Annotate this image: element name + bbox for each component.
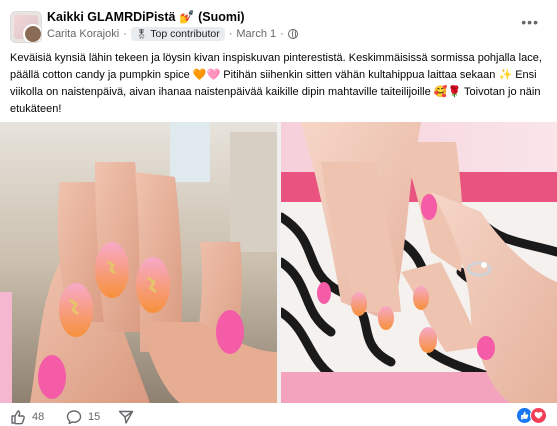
badge-label: Top contributor [150, 28, 220, 40]
meta-separator: · [123, 28, 127, 40]
post-stats: 48 15 [0, 403, 557, 426]
like-count: 48 [32, 411, 45, 423]
author-name[interactable]: Carita Korajoki [47, 28, 119, 40]
nails-photo-right[interactable] [281, 122, 557, 403]
reaction-summary[interactable] [516, 407, 547, 424]
meta-separator: · [280, 28, 284, 40]
group-name-link[interactable]: Kaikki GLAMRDiPistä 💅 (Suomi) [47, 10, 245, 25]
photo-grid [0, 122, 557, 403]
nails-photo-left[interactable] [0, 122, 277, 403]
post-meta: Carita Korajoki · 🎖 Top contributor · Ma… [47, 27, 298, 41]
author-avatar[interactable] [23, 24, 41, 42]
top-contributor-badge[interactable]: 🎖 Top contributor [130, 27, 225, 41]
globe-icon[interactable] [287, 29, 298, 39]
thumbs-up-icon [11, 410, 25, 425]
ribbon-icon: 🎖 [135, 28, 148, 39]
share-icon [118, 410, 134, 424]
post-date[interactable]: March 1 [236, 28, 276, 40]
nail-polish-emoji: 💅 [179, 10, 195, 24]
comment-action[interactable]: 15 [66, 409, 100, 425]
comment-icon [66, 410, 82, 425]
group-avatar[interactable] [10, 11, 42, 43]
love-reaction-icon [530, 407, 547, 424]
post-caption: Keväisiä kynsiä lähin tekeen ja löysin k… [10, 52, 542, 115]
like-action[interactable]: 48 [10, 409, 44, 425]
comment-count: 15 [88, 411, 101, 423]
nails-photo-left-illustration [0, 122, 277, 403]
nails-photo-right-illustration [281, 122, 557, 403]
share-action[interactable] [118, 409, 134, 425]
more-options-icon[interactable]: ••• [521, 14, 539, 30]
post-header: Kaikki GLAMRDiPistä 💅 (Suomi) Carita Kor… [0, 0, 557, 44]
meta-separator: · [228, 28, 233, 40]
group-name-suffix: (Suomi) [198, 10, 245, 24]
group-name: Kaikki GLAMRDiPistä [47, 10, 176, 24]
